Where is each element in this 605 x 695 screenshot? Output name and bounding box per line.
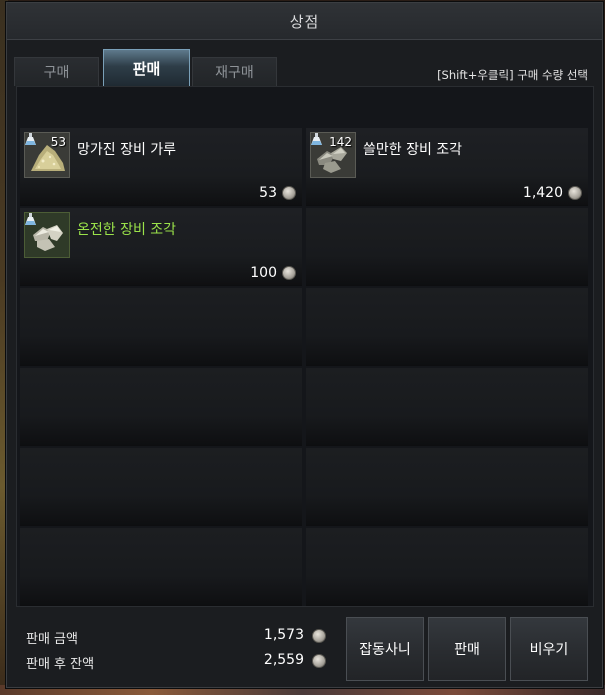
sale-amount-label: 판매 금액 bbox=[26, 632, 78, 647]
title-bar[interactable]: 상점 bbox=[7, 3, 602, 40]
item-name: 쓸만한 장비 조각 bbox=[363, 142, 463, 158]
sell-slot-2[interactable]: 142 쓸만한 장비 조각 1,420 bbox=[306, 128, 588, 206]
tab-bar: 구매 판매 재구매 [Shift+우클릭] 구매 수량 선택 bbox=[7, 49, 602, 86]
silver-coin-icon bbox=[282, 186, 296, 200]
item-price-row: 1,420 bbox=[523, 185, 582, 201]
sell-item-grid: 53 망가진 장비 가루 53 142 쓸만한 장비 조각 1,420 온전한 … bbox=[16, 86, 594, 607]
item-name: 온전한 장비 조각 bbox=[77, 222, 177, 238]
item-price-row: 100 bbox=[250, 265, 296, 281]
item-icon-frame: 142 bbox=[310, 132, 356, 178]
empty-slot[interactable] bbox=[306, 448, 588, 526]
quantity-hint: [Shift+우클릭] 구매 수량 선택 bbox=[437, 68, 588, 82]
sell-slot-1[interactable]: 53 망가진 장비 가루 53 bbox=[20, 128, 302, 206]
item-price: 53 bbox=[259, 185, 277, 201]
flask-icon bbox=[25, 133, 36, 145]
tab-sell[interactable]: 판매 bbox=[103, 49, 190, 86]
item-quantity: 53 bbox=[50, 135, 66, 149]
item-name: 망가진 장비 가루 bbox=[77, 142, 177, 158]
item-icon-frame: 53 bbox=[24, 132, 70, 178]
sell-button[interactable]: 판매 bbox=[428, 617, 506, 681]
empty-slot[interactable] bbox=[20, 528, 302, 606]
item-icon-frame bbox=[24, 212, 70, 258]
balance-after-value: 2,559 bbox=[263, 652, 304, 668]
flask-icon bbox=[311, 133, 322, 145]
item-price: 1,420 bbox=[522, 185, 563, 201]
balance-after-label: 판매 후 잔액 bbox=[26, 657, 95, 672]
shop-window: 상점 구매 판매 재구매 [Shift+우클릭] 구매 수량 선택 53 망가진… bbox=[6, 2, 603, 688]
item-price: 100 bbox=[250, 265, 277, 281]
empty-slot[interactable] bbox=[306, 528, 588, 606]
flask-icon bbox=[25, 213, 36, 225]
empty-slot[interactable] bbox=[20, 448, 302, 526]
silver-coin-icon bbox=[312, 654, 326, 668]
silver-coin-icon bbox=[568, 186, 582, 200]
empty-slot[interactable] bbox=[306, 368, 588, 446]
silver-coin-icon bbox=[312, 629, 326, 643]
empty-slot[interactable] bbox=[20, 368, 302, 446]
clear-button[interactable]: 비우기 bbox=[510, 617, 588, 681]
tab-buy[interactable]: 구매 bbox=[14, 57, 99, 86]
empty-slot[interactable] bbox=[306, 208, 588, 286]
window-title: 상점 bbox=[289, 12, 320, 31]
empty-slot[interactable] bbox=[20, 288, 302, 366]
empty-slot[interactable] bbox=[306, 288, 588, 366]
footer: 판매 금액 1,573 판매 후 잔액 2,559 잡동사니 판매 비우기 bbox=[16, 607, 594, 687]
item-quantity: 142 bbox=[329, 135, 352, 149]
sell-slot-3[interactable]: 온전한 장비 조각 100 bbox=[20, 208, 302, 286]
junk-button[interactable]: 잡동사니 bbox=[346, 617, 424, 681]
silver-coin-icon bbox=[282, 266, 296, 280]
tab-rebuy[interactable]: 재구매 bbox=[192, 57, 277, 86]
sale-amount-value: 1,573 bbox=[263, 627, 304, 643]
item-price-row: 53 bbox=[259, 185, 296, 201]
